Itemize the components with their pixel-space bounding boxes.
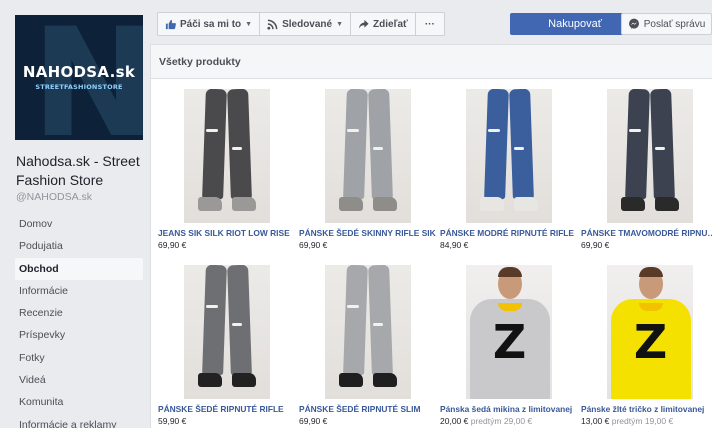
more-label: ··· <box>424 18 435 30</box>
nav-item-6[interactable]: Fotky <box>15 347 143 369</box>
action-bar: Páči sa mi to ▼ Sledované ▼ Zdieľať ··· … <box>150 0 712 44</box>
product-price-row: 13,00 € predtým 19,00 € <box>581 416 712 426</box>
product-price: 69,90 € <box>299 416 328 426</box>
product-title[interactable]: Pánske žlté tričko z limitovanej <box>581 404 712 414</box>
product-image[interactable] <box>299 89 436 223</box>
product-card[interactable]: PÁNSKE MODRÉ RIPNUTÉ RIFLE 84,90 € <box>440 89 577 265</box>
product-price: 69,90 € <box>581 240 610 250</box>
product-price-row: 59,90 € <box>158 416 295 426</box>
share-button[interactable]: Zdieľať <box>351 13 416 35</box>
send-message-button[interactable]: Poslať správu <box>621 13 712 35</box>
messenger-icon <box>628 18 639 29</box>
product-image[interactable]: Z <box>581 265 712 399</box>
grey-ripped-biker-jeans <box>183 265 270 399</box>
like-dropdown-icon: ▼ <box>245 20 253 28</box>
page-nav: Domov Podujatia Obchod Informácie Recenzie Pr… <box>15 213 143 428</box>
product-title[interactable]: PÁNSKE ŠEDÉ SKINNY RIFLE SIK <box>299 228 436 238</box>
dark-blue-ripped-jeans <box>606 89 693 223</box>
nav-item-1[interactable]: Podujatia <box>15 235 143 257</box>
product-title[interactable]: PÁNSKE TMAVOMODRÉ RIPNUTÉ <box>581 228 712 238</box>
rss-icon <box>267 19 278 30</box>
product-title[interactable]: PÁNSKE ŠEDÉ RIPNUTÉ RIFLE <box>158 404 295 414</box>
page-logo[interactable]: N NAHODSA.sk STREETFASHIONSTORE <box>15 15 143 140</box>
grey-sweatshirt-z: Z <box>465 265 552 399</box>
product-title[interactable]: JEANS SIK SILK RIOT LOW RISE <box>158 228 295 238</box>
product-card[interactable]: Z Pánske žlté tričko z limitovanej 13,00 €… <box>581 265 712 428</box>
page-sidebar: N NAHODSA.sk STREETFASHIONSTORE Nahodsa.… <box>0 0 150 428</box>
share-label: Zdieľať <box>373 18 408 30</box>
product-card[interactable]: PÁNSKE TMAVOMODRÉ RIPNUTÉ 69,90 € <box>581 89 712 265</box>
product-price: 59,90 € <box>158 416 187 426</box>
product-card[interactable]: JEANS SIK SILK RIOT LOW RISE 69,90 € <box>158 89 295 265</box>
product-grid: JEANS SIK SILK RIOT LOW RISE 69,90 € PÁNSK… <box>158 89 712 428</box>
shop-panel: Všetky produkty JEANS SIK SILK RIOT LOW … <box>150 44 712 428</box>
product-image[interactable] <box>581 89 712 223</box>
page-handle[interactable]: @NAHODSA.sk <box>16 191 92 203</box>
share-arrow-icon <box>358 19 369 29</box>
nav-item-3[interactable]: Informácie <box>15 280 143 302</box>
product-title[interactable]: Pánska šedá mikina z limitovanej <box>440 404 577 414</box>
product-title[interactable]: PÁNSKE MODRÉ RIPNUTÉ RIFLE <box>440 228 577 238</box>
dark-grey-ripped-jeans <box>183 89 270 223</box>
product-price-row: 69,90 € <box>299 416 436 426</box>
nav-item-4[interactable]: Recenzie <box>15 302 143 324</box>
product-title[interactable]: PÁNSKE ŠEDÉ RIPNUTÉ SLIM <box>299 404 436 414</box>
product-old-price: predtým 19,00 € <box>611 416 674 426</box>
yellow-tshirt-z: Z <box>606 265 693 399</box>
shop-now-label: Nakupovať <box>548 18 602 30</box>
send-message-label: Poslať správu <box>643 18 706 30</box>
shop-section-title: Všetky produkty <box>151 45 712 79</box>
follow-button[interactable]: Sledované ▼ <box>260 13 352 35</box>
follow-dropdown-icon: ▼ <box>336 20 344 28</box>
like-button[interactable]: Páči sa mi to ▼ <box>158 13 261 35</box>
product-price: 13,00 € <box>581 416 610 426</box>
product-price: 20,00 € <box>440 416 469 426</box>
thumbs-up-icon <box>165 19 176 29</box>
nav-item-2[interactable]: Obchod <box>15 257 143 280</box>
page-action-group: Páči sa mi to ▼ Sledované ▼ Zdieľať ··· <box>157 12 445 36</box>
z-print: Z <box>492 315 527 369</box>
page-title[interactable]: Nahodsa.sk - Street Fashion Store <box>16 152 146 190</box>
product-old-price: predtým 29,00 € <box>470 416 533 426</box>
product-price: 84,90 € <box>440 240 469 250</box>
product-price-row: 69,90 € <box>158 240 295 250</box>
product-card[interactable]: PÁNSKE ŠEDÉ SKINNY RIFLE SIK 69,90 € <box>299 89 436 265</box>
nav-item-0[interactable]: Domov <box>15 213 143 235</box>
product-price-row: 69,90 € <box>581 240 712 250</box>
product-price: 69,90 € <box>299 240 328 250</box>
product-image[interactable]: Z <box>440 265 577 399</box>
logo-subtext: STREETFASHIONSTORE <box>35 83 123 91</box>
product-price-row: 20,00 € predtým 29,00 € <box>440 416 577 426</box>
product-card[interactable]: Z Pánska šedá mikina z limitovanej 20,00 €… <box>440 265 577 428</box>
more-options-button[interactable]: ··· <box>416 13 444 35</box>
nav-item-7[interactable]: Videá <box>15 369 143 391</box>
light-grey-slim-jeans <box>324 265 411 399</box>
z-print: Z <box>633 315 668 369</box>
blue-ripped-jeans <box>465 89 552 223</box>
product-price-row: 69,90 € <box>299 240 436 250</box>
nav-item-9[interactable]: Informácie a reklamy <box>15 414 143 428</box>
product-image[interactable] <box>299 265 436 399</box>
grey-skinny-jeans <box>324 89 411 223</box>
logo-text: NAHODSA.sk <box>22 63 136 81</box>
like-label: Páči sa mi to <box>180 18 242 30</box>
product-card[interactable]: PÁNSKE ŠEDÉ RIPNUTÉ RIFLE 59,90 € <box>158 265 295 428</box>
nav-item-5[interactable]: Príspevky <box>15 324 143 346</box>
product-price-row: 84,90 € <box>440 240 577 250</box>
product-card[interactable]: PÁNSKE ŠEDÉ RIPNUTÉ SLIM 69,90 € <box>299 265 436 428</box>
follow-label: Sledované <box>282 18 333 30</box>
product-price: 69,90 € <box>158 240 187 250</box>
product-image[interactable] <box>158 89 295 223</box>
product-image[interactable] <box>440 89 577 223</box>
nav-item-8[interactable]: Komunita <box>15 391 143 413</box>
product-image[interactable] <box>158 265 295 399</box>
